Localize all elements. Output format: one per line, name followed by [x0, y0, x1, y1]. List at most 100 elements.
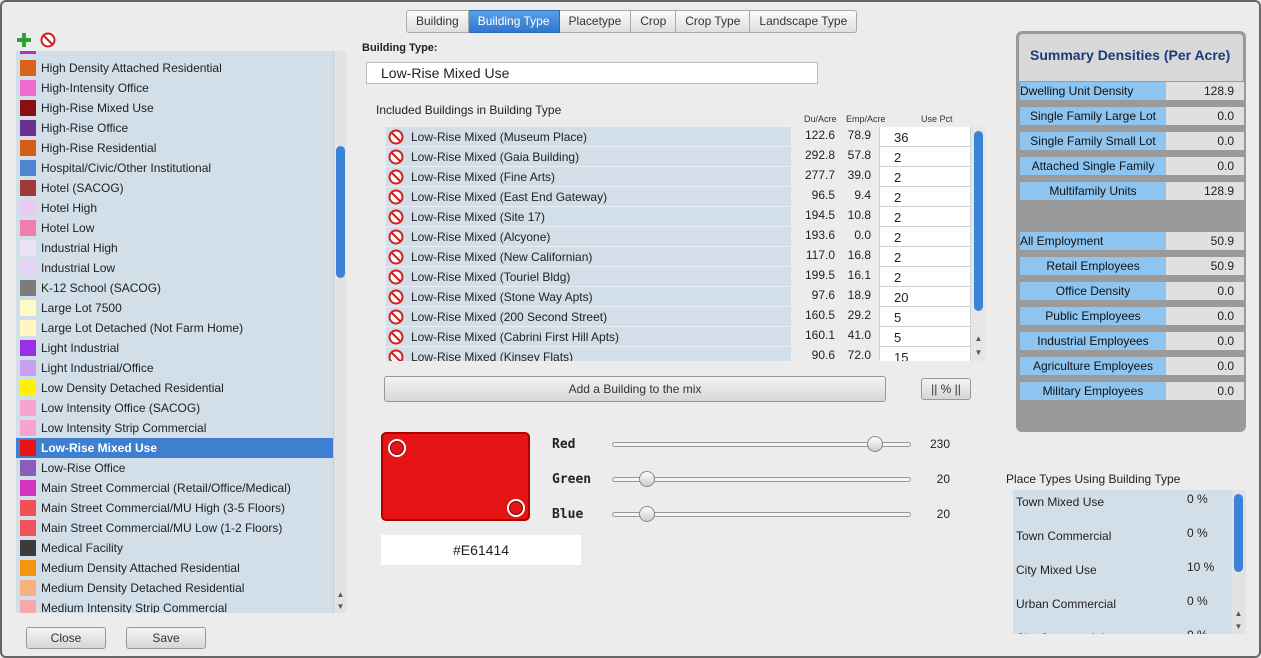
color-handle-icon[interactable]: [507, 499, 525, 517]
list-item[interactable]: Medium Intensity Strip Commercial: [16, 598, 333, 613]
list-item[interactable]: High-Intensity Office: [16, 78, 333, 98]
close-button[interactable]: Close: [26, 627, 106, 649]
use-pct-input[interactable]: 2: [879, 247, 971, 267]
use-pct-input[interactable]: 5: [879, 307, 971, 327]
use-pct-input[interactable]: 5: [879, 327, 971, 347]
use-pct-input[interactable]: 2: [879, 167, 971, 187]
green-slider-knob[interactable]: [638, 471, 655, 487]
remove-building-icon[interactable]: [388, 209, 404, 225]
remove-building-icon[interactable]: [388, 329, 404, 345]
list-item[interactable]: Main Street Commercial (Retail/Office/Me…: [16, 478, 333, 498]
color-swatch: [20, 420, 36, 436]
list-item[interactable]: Large Lot 7500: [16, 298, 333, 318]
list-item[interactable]: Large Lot Detached (Not Farm Home): [16, 318, 333, 338]
place-type-pct: 0 %: [1187, 628, 1208, 634]
list-item[interactable]: High-Rise Residential: [16, 138, 333, 158]
scroll-up-icon[interactable]: ▲: [972, 333, 985, 344]
list-item[interactable]: K-12 School (SACOG): [16, 278, 333, 298]
list-item[interactable]: Medium Density Detached Residential: [16, 578, 333, 598]
list-item[interactable]: Main Street Commercial/MU Low (1-2 Floor…: [16, 518, 333, 538]
tab-crop-type[interactable]: Crop Type: [676, 10, 751, 33]
list-item[interactable]: High-Rise Mixed Use: [16, 98, 333, 118]
list-item[interactable]: High Density Attached Residential: [16, 58, 333, 78]
scroll-down-icon[interactable]: ▼: [1232, 621, 1245, 632]
list-item[interactable]: Industrial Low: [16, 258, 333, 278]
remove-building-icon[interactable]: [388, 189, 404, 205]
scroll-down-icon[interactable]: ▼: [972, 347, 985, 358]
summary-label: Dwelling Unit Density: [1020, 82, 1166, 100]
scrollbar-thumb[interactable]: [336, 146, 345, 278]
list-item-label: Industrial Low: [41, 261, 116, 275]
list-item[interactable]: Medical Facility: [16, 538, 333, 558]
list-item[interactable]: Low-Rise Mixed Use: [16, 438, 333, 458]
tab-crop[interactable]: Crop: [631, 10, 677, 33]
list-item[interactable]: Hotel High: [16, 198, 333, 218]
list-item-label: High-Rise Mixed Use: [41, 101, 154, 115]
du-per-acre: 194.5: [804, 208, 835, 222]
use-pct-input[interactable]: 2: [879, 187, 971, 207]
place-type-name[interactable]: City Mixed Use: [1016, 563, 1097, 577]
list-item[interactable]: Low-Rise Office: [16, 458, 333, 478]
scrollbar-thumb[interactable]: [974, 131, 983, 311]
hex-color-value[interactable]: #E61414: [381, 535, 581, 565]
list-item[interactable]: Hotel Low: [16, 218, 333, 238]
list-item[interactable]: Hospital/Civic/Other Institutional: [16, 158, 333, 178]
remove-building-icon[interactable]: [388, 269, 404, 285]
use-pct-input[interactable]: 2: [879, 227, 971, 247]
place-type-name[interactable]: Town Commercial: [1016, 529, 1111, 543]
remove-building-icon[interactable]: [388, 349, 404, 362]
remove-building-icon[interactable]: [388, 229, 404, 245]
use-pct-input[interactable]: 36: [879, 127, 971, 147]
list-item[interactable]: High-Rise Office: [16, 118, 333, 138]
scroll-up-icon[interactable]: ▲: [1232, 608, 1245, 619]
place-type-name[interactable]: Town Mixed Use: [1016, 495, 1104, 509]
table-scrollbar[interactable]: ▲ ▼: [971, 127, 986, 361]
tab-building-type[interactable]: Building Type: [468, 10, 560, 33]
use-pct-input[interactable]: 2: [879, 147, 971, 167]
place-type-name[interactable]: City Commercial: [1016, 631, 1104, 634]
use-pct-input[interactable]: 15: [879, 347, 971, 361]
use-pct-input[interactable]: 2: [879, 267, 971, 287]
list-scrollbar[interactable]: ▲ ▼: [333, 51, 346, 613]
place-types-scrollbar[interactable]: ▲ ▼: [1232, 490, 1246, 634]
percent-toggle-button[interactable]: || % ||: [921, 378, 971, 400]
list-item[interactable]: Light Industrial: [16, 338, 333, 358]
list-item[interactable]: Light Industrial/Office: [16, 358, 333, 378]
blue-slider[interactable]: [612, 506, 911, 522]
add-building-button[interactable]: Add a Building to the mix: [384, 376, 886, 402]
color-handle-icon[interactable]: [388, 439, 406, 457]
add-icon[interactable]: [16, 32, 32, 48]
red-slider-knob[interactable]: [866, 436, 883, 452]
remove-building-icon[interactable]: [388, 309, 404, 325]
remove-building-icon[interactable]: [388, 169, 404, 185]
remove-building-icon[interactable]: [388, 249, 404, 265]
save-button[interactable]: Save: [126, 627, 206, 649]
list-item[interactable]: Industrial High: [16, 238, 333, 258]
list-item[interactable]: Low Density Detached Residential: [16, 378, 333, 398]
use-pct-input[interactable]: 2: [879, 207, 971, 227]
scroll-down-icon[interactable]: ▼: [334, 601, 347, 612]
scrollbar-thumb[interactable]: [1234, 494, 1243, 572]
blue-slider-knob[interactable]: [638, 506, 655, 522]
list-item-label: High Density Attached Residential: [41, 61, 222, 75]
remove-building-icon[interactable]: [388, 149, 404, 165]
delete-icon[interactable]: [40, 32, 56, 48]
building-type-name-input[interactable]: Low-Rise Mixed Use: [366, 62, 818, 84]
tab-landscape-type[interactable]: Landscape Type: [750, 10, 858, 33]
red-slider[interactable]: [612, 436, 911, 452]
green-slider[interactable]: [612, 471, 911, 487]
tab-building[interactable]: Building: [406, 10, 469, 33]
tab-placetype[interactable]: Placetype: [559, 10, 632, 33]
list-item[interactable]: Main Street Commercial/MU High (3-5 Floo…: [16, 498, 333, 518]
place-types-title: Place Types Using Building Type: [1006, 472, 1181, 486]
remove-building-icon[interactable]: [388, 129, 404, 145]
place-type-name[interactable]: Urban Commercial: [1016, 597, 1116, 611]
list-item[interactable]: Low Intensity Office (SACOG): [16, 398, 333, 418]
list-item[interactable]: Low Intensity Strip Commercial: [16, 418, 333, 438]
remove-building-icon[interactable]: [388, 289, 404, 305]
list-item[interactable]: Medium Density Attached Residential: [16, 558, 333, 578]
du-per-acre: 90.6: [811, 348, 835, 361]
use-pct-input[interactable]: 20: [879, 287, 971, 307]
list-item[interactable]: Hotel (SACOG): [16, 178, 333, 198]
scroll-up-icon[interactable]: ▲: [334, 589, 347, 600]
